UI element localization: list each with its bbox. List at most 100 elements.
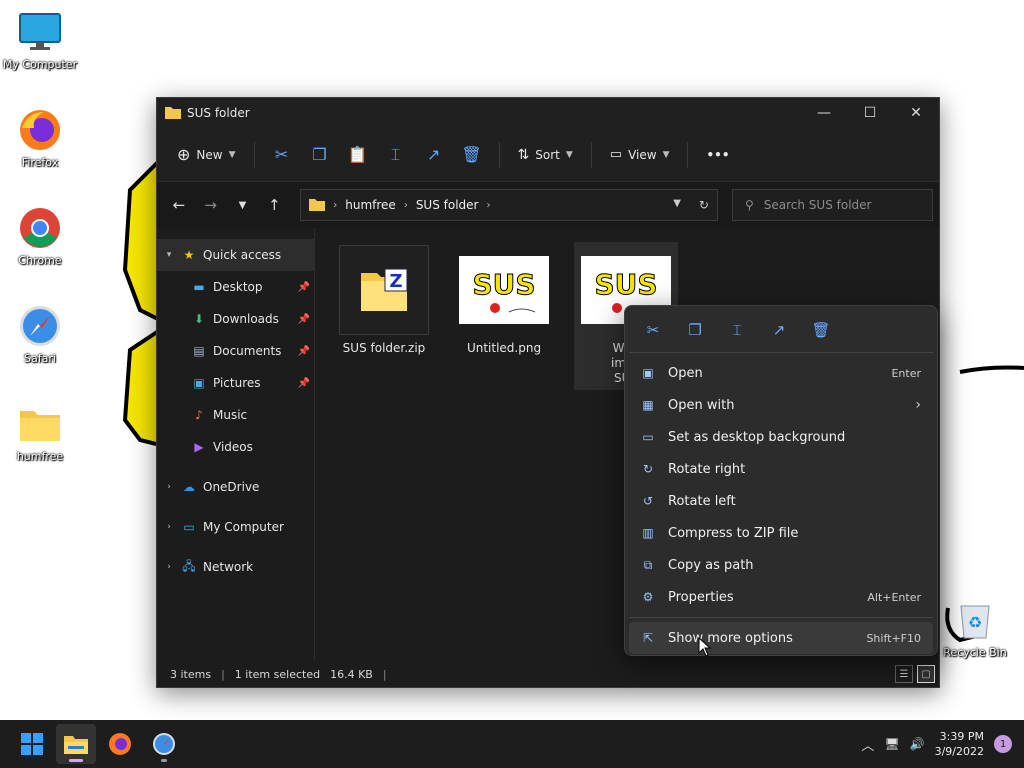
large-icons-view-button[interactable]: ▢ — [917, 665, 935, 683]
clock[interactable]: 3:39 PM 3/9/2022 — [935, 729, 984, 759]
recent-locations-button[interactable]: ▼ — [227, 190, 259, 220]
desktop-icon-firefox[interactable]: Firefox — [0, 108, 80, 169]
desktop-icon: ▬ — [193, 280, 205, 294]
minimize-button[interactable]: — — [801, 98, 847, 128]
sidebar-item-pictures[interactable]: ▣ Pictures 📌 — [157, 367, 314, 399]
breadcrumb-sus-folder[interactable]: SUS folder — [416, 198, 479, 212]
pictures-icon: ▣ — [193, 376, 205, 390]
sidebar-item-network[interactable]: › 🖧 Network — [157, 551, 314, 583]
sidebar-item-label: Downloads — [213, 312, 279, 326]
forward-button[interactable]: → — [195, 190, 227, 220]
menu-item-label: Properties — [668, 589, 734, 605]
title-bar[interactable]: SUS folder — ☐ ✕ — [157, 98, 939, 128]
delete-button[interactable]: 🗑 — [453, 139, 491, 171]
folder-icon — [309, 197, 326, 214]
firefox-icon — [109, 733, 131, 755]
rotate-right-icon: ↻ — [642, 462, 654, 476]
sort-button[interactable]: ⇅ Sort ▼ — [508, 139, 583, 171]
sidebar-item-documents[interactable]: ▤ Documents 📌 — [157, 335, 314, 367]
chevron-right-icon[interactable]: › — [157, 562, 181, 572]
rename-button[interactable]: ⌶ — [717, 315, 757, 345]
menu-item-set-desktop-background[interactable]: ▭ Set as desktop background — [629, 421, 933, 453]
address-history-button[interactable]: ▼ — [673, 198, 681, 212]
address-bar[interactable]: › humfree › SUS folder › ▼ ↻ — [300, 189, 718, 221]
sidebar-item-music[interactable]: ♪ Music — [157, 399, 314, 431]
menu-item-label: Show more options — [668, 630, 793, 646]
menu-item-label: Set as desktop background — [668, 429, 846, 445]
sort-icon: ⇅ — [517, 146, 530, 163]
desktop-icon-safari[interactable]: Safari — [0, 304, 80, 365]
chevron-down-icon[interactable]: ▾ — [157, 250, 181, 260]
start-button[interactable] — [12, 724, 52, 764]
menu-item-properties[interactable]: ⚙ Properties Alt+Enter — [629, 581, 933, 613]
desktop-icon-label: Recycle Bin — [943, 646, 1007, 659]
breadcrumb-separator-icon: › — [486, 199, 491, 211]
menu-item-label: Open — [668, 365, 703, 381]
share-button[interactable]: ↗ — [415, 139, 453, 171]
sidebar-item-onedrive[interactable]: › ☁ OneDrive — [157, 471, 314, 503]
windows-logo-icon — [21, 733, 43, 755]
chevron-right-icon[interactable]: › — [157, 482, 181, 492]
copy-button[interactable]: ❐ — [301, 139, 339, 171]
delete-button[interactable]: 🗑 — [801, 315, 841, 345]
sidebar-item-my-computer[interactable]: › ▭ My Computer — [157, 511, 314, 543]
safari-icon — [153, 733, 175, 755]
desktop-icon-recycle-bin[interactable]: ♻ Recycle Bin — [935, 598, 1015, 659]
search-placeholder: Search SUS folder — [763, 198, 872, 212]
new-button[interactable]: ⊕ New ▼ — [167, 139, 246, 171]
view-button[interactable]: ▭ View ▼ — [600, 139, 680, 171]
folder-icon — [64, 736, 88, 754]
desktop-icon-humfree[interactable]: humfree — [0, 402, 80, 463]
menu-item-copy-as-path[interactable]: ⧉ Copy as path — [629, 549, 933, 581]
copy-button[interactable]: ❐ — [675, 315, 715, 345]
svg-text:SUS: SUS — [594, 268, 657, 301]
volume-icon[interactable]: 🔊 — [910, 737, 925, 751]
details-view-button[interactable]: ☰ — [895, 665, 913, 683]
sidebar-item-downloads[interactable]: ⬇ Downloads 📌 — [157, 303, 314, 335]
cut-button[interactable]: ✂ — [633, 315, 673, 345]
desktop-icon-chrome[interactable]: Chrome — [0, 206, 80, 267]
menu-item-open[interactable]: ▣ Open Enter — [629, 357, 933, 389]
share-button[interactable]: ↗ — [759, 315, 799, 345]
sidebar-item-label: Network — [203, 560, 254, 574]
taskbar-safari[interactable] — [144, 724, 184, 764]
taskbar-firefox[interactable] — [100, 724, 140, 764]
more-button[interactable]: ••• — [696, 139, 739, 171]
menu-item-show-more-options[interactable]: ⇱ Show more options Shift+F10 — [629, 622, 933, 654]
network-status-icon[interactable]: 🖥 — [884, 737, 899, 751]
rename-button[interactable]: ⌶ — [377, 139, 415, 171]
up-button[interactable]: ↑ — [258, 190, 290, 220]
chevron-down-icon: ▼ — [228, 149, 236, 160]
file-item-sus-folder-zip[interactable]: Z SUS folder.zip — [336, 245, 432, 355]
sidebar-item-desktop[interactable]: ▬ Desktop 📌 — [157, 271, 314, 303]
maximize-button[interactable]: ☐ — [847, 98, 893, 128]
menu-item-rotate-left[interactable]: ↺ Rotate left — [629, 485, 933, 517]
menu-item-rotate-right[interactable]: ↻ Rotate right — [629, 453, 933, 485]
back-button[interactable]: ← — [163, 190, 195, 220]
menu-item-open-with[interactable]: ▦ Open with › — [629, 389, 933, 421]
refresh-button[interactable]: ↻ — [699, 198, 709, 212]
sidebar-item-quick-access[interactable]: ▾ ★ Quick access — [157, 239, 314, 271]
file-item-untitled-png[interactable]: SUS Untitled.png — [456, 245, 552, 355]
cut-button[interactable]: ✂ — [263, 139, 301, 171]
paste-button[interactable]: 📋 — [339, 139, 377, 171]
desktop-icon-my-computer[interactable]: My Computer — [0, 10, 80, 71]
share-icon: ↗ — [772, 321, 786, 339]
properties-icon: ⚙ — [642, 590, 654, 604]
search-box[interactable]: ⚲ Search SUS folder — [731, 189, 933, 221]
breadcrumb-humfree[interactable]: humfree — [345, 198, 396, 212]
close-button[interactable]: ✕ — [893, 98, 939, 128]
selection-size: 16.4 KB — [330, 667, 373, 681]
notification-badge[interactable]: 1 — [994, 735, 1012, 753]
menu-item-label: Rotate right — [668, 461, 746, 477]
taskbar-file-explorer[interactable] — [56, 724, 96, 764]
pin-icon: 📌 — [297, 281, 310, 293]
chevron-right-icon[interactable]: › — [157, 522, 181, 532]
sidebar-item-videos[interactable]: ▶ Videos — [157, 431, 314, 463]
navigation-bar: ← → ▼ ↑ › humfree › SUS folder › ▼ ↻ ⚲ S… — [157, 182, 939, 228]
menu-item-compress-zip[interactable]: ▥ Compress to ZIP file — [629, 517, 933, 549]
scissors-icon: ✂ — [274, 145, 289, 164]
context-menu[interactable]: ✂ ❐ ⌶ ↗ 🗑 ▣ Open Enter ▦ Open with › ▭ S… — [624, 305, 938, 656]
chevron-up-icon[interactable]: ︿ — [861, 735, 874, 754]
svg-text:Z: Z — [389, 271, 402, 292]
